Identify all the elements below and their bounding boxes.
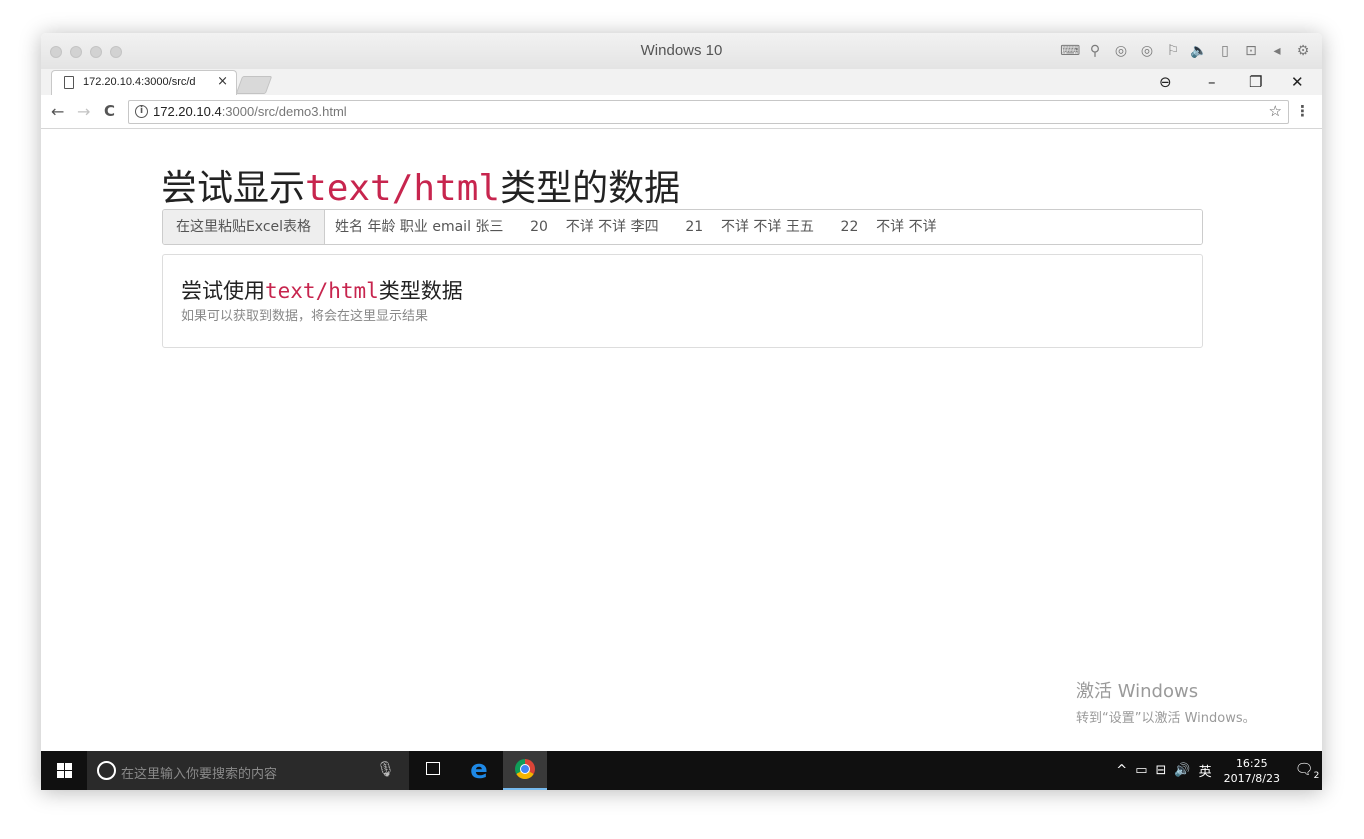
cortana-icon xyxy=(97,761,116,780)
file-icon xyxy=(64,76,74,89)
ime-indicator[interactable]: 英 xyxy=(1199,761,1212,780)
paste-input[interactable]: 姓名 年龄 职业 email 张三 20 不详 不详 李四 21 不详 不详 王… xyxy=(325,210,1202,244)
tab-title: 172.20.10.4:3000/src/d xyxy=(83,76,196,88)
tray-expand-icon[interactable]: ^ xyxy=(1116,763,1127,778)
cd-icon-2[interactable]: ◎ xyxy=(1138,42,1156,60)
panel-title-suffix: 类型数据 xyxy=(378,279,463,303)
notification-center-button[interactable]: 🗨2 xyxy=(1292,760,1322,781)
notification-icon: 🗨 xyxy=(1294,760,1314,778)
battery-icon[interactable]: ▭ xyxy=(1135,763,1147,778)
url-text[interactable]: 172.20.10.4:3000/src/demo3.html xyxy=(153,104,347,119)
tab-close-icon[interactable]: × xyxy=(217,74,228,89)
clock[interactable]: 16:25 2017/8/23 xyxy=(1224,756,1280,786)
search-placeholder: 在这里输入你要搜索的内容 xyxy=(121,767,278,782)
result-panel: 尝试使用text/html类型数据 如果可以获取到数据，将会在这里显示结果 xyxy=(162,254,1203,348)
panel-subtitle: 如果可以获取到数据，将会在这里显示结果 xyxy=(181,309,429,324)
gear-icon[interactable]: ⚙ xyxy=(1294,42,1312,60)
edge-button[interactable]: e xyxy=(457,751,501,790)
bookmark-star-icon[interactable]: ☆ xyxy=(1269,102,1282,120)
clock-time: 16:25 xyxy=(1235,756,1268,770)
page-title-prefix: 尝试显示 xyxy=(161,168,306,209)
page-title-code: text/html xyxy=(305,168,501,209)
page-title: 尝试显示text/html类型的数据 xyxy=(161,159,680,211)
address-bar[interactable]: i 172.20.10.4:3000/src/demo3.html ☆ xyxy=(128,100,1289,124)
keyboard-icon[interactable]: ⌨ xyxy=(1060,42,1080,60)
microphone-icon[interactable]: 🎙︎ xyxy=(376,760,395,778)
new-tab-button[interactable] xyxy=(235,76,273,94)
activation-title: 激活 Windows xyxy=(1076,681,1199,702)
back-arrow-icon[interactable]: ← xyxy=(51,102,64,121)
reload-icon[interactable]: C xyxy=(104,102,115,120)
paste-input-group: 在这里粘贴Excel表格 姓名 年龄 职业 email 张三 20 不详 不详 … xyxy=(162,209,1203,245)
url-host: 172.20.10.4 xyxy=(153,104,222,119)
network-icon[interactable]: ⚐ xyxy=(1164,42,1182,60)
browser-tab[interactable]: 172.20.10.4:3000/src/d × xyxy=(51,70,237,96)
tab-strip: 172.20.10.4:3000/src/d × xyxy=(41,69,1322,96)
task-view-button[interactable] xyxy=(411,751,455,790)
windows-logo-icon xyxy=(57,763,72,778)
url-path: :3000/src/demo3.html xyxy=(221,104,347,119)
panel-title: 尝试使用text/html类型数据 xyxy=(181,275,463,305)
task-view-icon xyxy=(426,762,440,775)
taskbar: 在这里输入你要搜索的内容 🎙︎ e ^ ▭ ⊟ 🔊 英 16:25 2017/8… xyxy=(41,751,1322,790)
activation-subtitle: 转到“设置”以激活 Windows。 xyxy=(1076,711,1256,726)
notification-count: 2 xyxy=(1313,771,1320,781)
taskbar-search[interactable]: 在这里输入你要搜索的内容 🎙︎ xyxy=(87,751,409,790)
panel-title-prefix: 尝试使用 xyxy=(181,279,265,303)
start-button[interactable] xyxy=(41,751,87,790)
chrome-icon xyxy=(515,758,535,779)
activation-watermark: 激活 Windows 转到“设置”以激活 Windows。 xyxy=(1076,677,1256,726)
clock-date: 2017/8/23 xyxy=(1223,771,1280,785)
vm-titlebar: Windows 10 ⌨ ⚲ ◎ ◎ ⚐ 🔈 ▯ ⊡ ◂ ⚙ xyxy=(41,33,1322,69)
volume-icon[interactable]: 🔊 xyxy=(1174,763,1190,778)
minimize-button[interactable]: – xyxy=(1208,73,1216,91)
page-content: 尝试显示text/html类型的数据 在这里粘贴Excel表格 姓名 年龄 职业… xyxy=(41,129,1322,751)
usb-icon[interactable]: ⚲ xyxy=(1086,42,1104,60)
menu-icon[interactable]: ⋮ xyxy=(1295,102,1310,120)
device-icon[interactable]: ▯ xyxy=(1216,42,1234,60)
vm-window: Windows 10 ⌨ ⚲ ◎ ◎ ⚐ 🔈 ▯ ⊡ ◂ ⚙ 172.20.10… xyxy=(41,33,1322,790)
paste-label: 在这里粘贴Excel表格 xyxy=(163,210,325,244)
chrome-taskbar-button[interactable] xyxy=(503,751,547,790)
panel-title-code: text/html xyxy=(265,279,379,303)
info-icon[interactable]: i xyxy=(135,105,148,118)
system-tray: ^ ▭ ⊟ 🔊 英 16:25 2017/8/23 🗨2 xyxy=(1112,751,1322,790)
share-icon[interactable]: ⊡ xyxy=(1242,42,1260,60)
profile-icon[interactable]: ⊖ xyxy=(1159,73,1172,91)
edge-icon: e xyxy=(470,755,488,785)
vm-toolbar: ⌨ ⚲ ◎ ◎ ⚐ 🔈 ▯ ⊡ ◂ ⚙ xyxy=(1060,42,1312,60)
close-button[interactable]: ✕ xyxy=(1291,73,1304,91)
page-title-suffix: 类型的数据 xyxy=(500,168,681,209)
sound-icon[interactable]: 🔈 xyxy=(1190,42,1208,60)
browser-toolbar: ← → C i 172.20.10.4:3000/src/demo3.html … xyxy=(41,95,1322,129)
cd-icon[interactable]: ◎ xyxy=(1112,42,1130,60)
restore-button[interactable]: ❐ xyxy=(1249,73,1262,91)
network-tray-icon[interactable]: ⊟ xyxy=(1155,763,1166,778)
arrow-left-icon[interactable]: ◂ xyxy=(1268,42,1286,60)
forward-arrow-icon[interactable]: → xyxy=(77,102,90,121)
